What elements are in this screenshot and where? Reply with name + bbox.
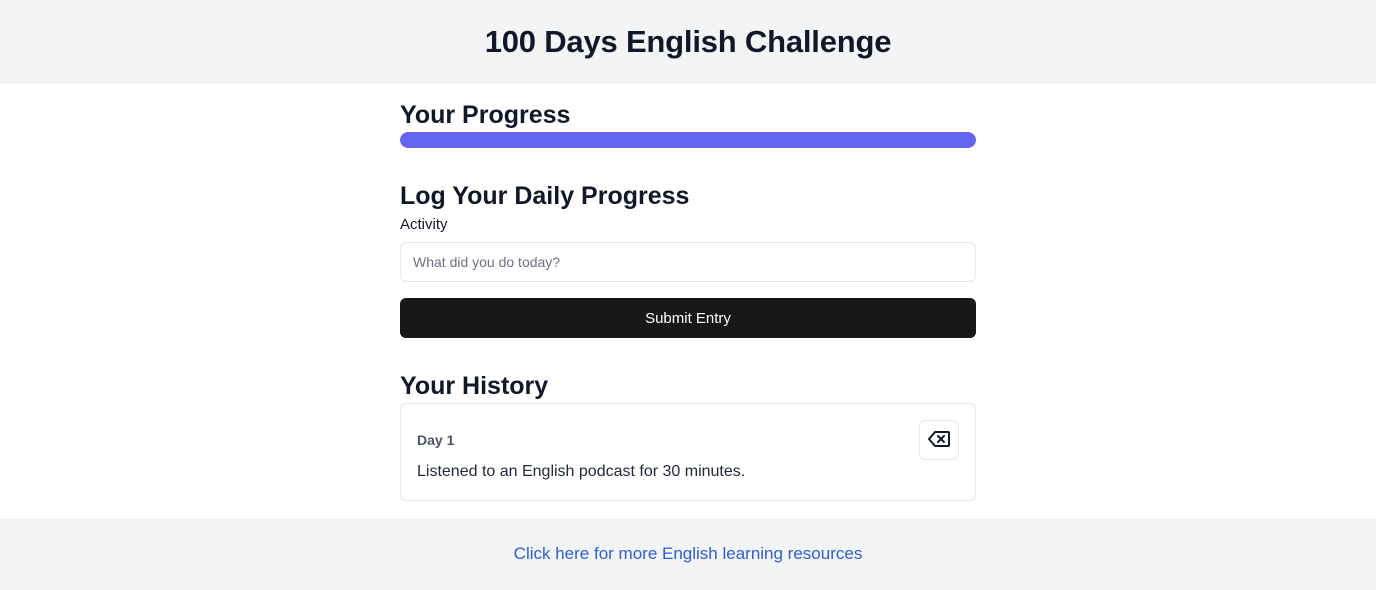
progress-bar [400, 132, 976, 148]
progress-section: Your Progress [400, 100, 976, 148]
main-content: Your Progress Log Your Daily Progress Ac… [400, 84, 976, 501]
resources-link[interactable]: Click here for more English learning res… [514, 544, 863, 564]
progress-bar-fill [400, 132, 976, 148]
backspace-delete-icon [928, 430, 950, 450]
activity-label: Activity [400, 216, 448, 233]
history-section: Your History Day 1 Listened to an Englis… [400, 371, 976, 501]
page-title: 100 Days English Challenge [484, 24, 892, 59]
history-entry-day: Day 1 [417, 432, 455, 448]
progress-title: Your Progress [400, 101, 571, 129]
page-header: 100 Days English Challenge [0, 0, 1376, 84]
history-entry-card: Day 1 Listened to an English podcast for… [400, 403, 976, 501]
delete-entry-button[interactable] [919, 420, 959, 460]
submit-entry-button[interactable]: Submit Entry [400, 298, 976, 338]
activity-input[interactable] [400, 242, 976, 282]
history-entry-text: Listened to an English podcast for 30 mi… [417, 463, 746, 480]
history-title: Your History [400, 372, 549, 400]
page: 100 Days English Challenge Your Progress… [0, 0, 1376, 590]
page-footer: Click here for more English learning res… [0, 518, 1376, 590]
log-section: Log Your Daily Progress Activity Submit … [400, 181, 976, 338]
log-title: Log Your Daily Progress [400, 182, 690, 210]
